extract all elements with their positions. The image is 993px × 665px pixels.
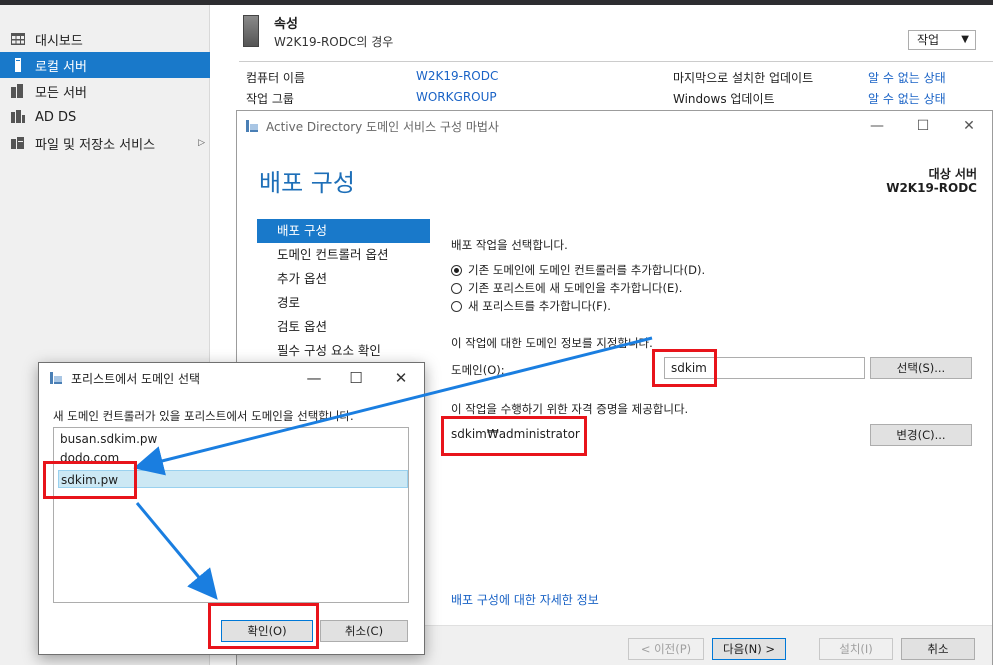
dialog-cancel-button[interactable]: 취소(C) bbox=[320, 620, 408, 642]
list-item-selected[interactable]: sdkim.pw bbox=[58, 470, 408, 488]
radio-unselected-icon bbox=[451, 300, 462, 312]
expand-icon[interactable]: ▷ bbox=[198, 138, 205, 148]
wizard-heading: 배포 구성 bbox=[259, 169, 355, 197]
dialog-title: 포리스트에서 도메인 선택 bbox=[71, 372, 201, 386]
previous-button[interactable]: < 이전(P) bbox=[628, 638, 704, 660]
list-item[interactable]: dodo.com bbox=[60, 449, 119, 467]
install-button[interactable]: 설치(I) bbox=[819, 638, 893, 660]
domain-tree-icon bbox=[49, 371, 63, 385]
server-tower-icon bbox=[243, 15, 259, 47]
radio-label: 기존 도메인에 도메인 컨트롤러를 추가합니다(D). bbox=[468, 263, 706, 277]
sidebar-item-ad-ds[interactable]: AD DS bbox=[0, 104, 210, 130]
step-review-options[interactable]: 검토 옵션 bbox=[257, 315, 430, 339]
windows-update-link[interactable]: 알 수 없는 상태 bbox=[868, 90, 946, 107]
task-label: 작업 bbox=[917, 33, 940, 47]
radio-unselected-icon bbox=[451, 282, 462, 294]
last-update-link[interactable]: 알 수 없는 상태 bbox=[868, 69, 946, 86]
target-server-label: 대상 서버 bbox=[928, 167, 977, 181]
domain-info-text: 이 작업에 대한 도메인 정보를 지정합니다. bbox=[451, 336, 653, 350]
properties-panel: 속성 W2K19-RODC의 경우 작업 ▼ 컴퓨터 이름 W2K19-RODC… bbox=[211, 5, 993, 115]
more-info-link[interactable]: 배포 구성에 대한 자세한 정보 bbox=[451, 591, 599, 608]
sidebar-item-file-storage[interactable]: 파일 및 저장소 서비스 ▷ bbox=[0, 130, 210, 156]
servers-icon bbox=[10, 83, 26, 99]
domain-list: busan.sdkim.pw dodo.com sdkim.pw bbox=[53, 427, 409, 603]
last-update-label: 마지막으로 설치한 업데이트 bbox=[673, 71, 814, 85]
workgroup-label: 작업 그룹 bbox=[246, 92, 294, 106]
sidebar-item-label: 파일 및 저장소 서비스 bbox=[35, 137, 156, 153]
domain-label: 도메인(O): bbox=[451, 363, 505, 377]
minimize-icon[interactable]: — bbox=[854, 115, 900, 137]
task-dropdown[interactable]: 작업 ▼ bbox=[908, 30, 976, 50]
close-icon[interactable]: ✕ bbox=[946, 115, 992, 137]
list-item[interactable]: busan.sdkim.pw bbox=[60, 430, 157, 448]
wizard-titlebar: Active Directory 도메인 서비스 구성 마법사 — ☐ ✕ bbox=[237, 111, 992, 141]
step-deployment-config[interactable]: 배포 구성 bbox=[257, 219, 430, 243]
radio-selected-icon bbox=[451, 264, 462, 276]
ad-wizard-icon bbox=[245, 119, 259, 133]
credentials-info-text: 이 작업을 수행하기 위한 자격 증명을 제공합니다. bbox=[451, 402, 689, 416]
server-icon bbox=[10, 57, 26, 73]
dropdown-arrow-icon: ▼ bbox=[961, 34, 969, 45]
workgroup-link[interactable]: WORKGROUP bbox=[416, 90, 497, 104]
step-prereq-check[interactable]: 필수 구성 요소 확인 bbox=[257, 339, 430, 363]
computer-name-link[interactable]: W2K19-RODC bbox=[416, 69, 498, 83]
sidebar-item-label: 대시보드 bbox=[35, 33, 83, 49]
windows-update-label: Windows 업데이트 bbox=[673, 92, 775, 106]
sidebar-item-dashboard[interactable]: 대시보드 bbox=[0, 26, 210, 52]
dashboard-icon bbox=[10, 31, 26, 47]
minimize-icon[interactable]: — bbox=[294, 367, 334, 389]
ok-button[interactable]: 확인(O) bbox=[221, 620, 313, 642]
step-dc-options[interactable]: 도메인 컨트롤러 옵션 bbox=[257, 243, 430, 267]
next-button[interactable]: 다음(N) > bbox=[712, 638, 786, 660]
target-server-value: W2K19-RODC bbox=[886, 181, 977, 195]
radio-add-dc-existing-domain[interactable]: 기존 도메인에 도메인 컨트롤러를 추가합니다(D). bbox=[451, 262, 705, 278]
properties-subtitle: W2K19-RODC의 경우 bbox=[274, 35, 394, 49]
step-paths[interactable]: 경로 bbox=[257, 291, 430, 315]
close-icon[interactable]: ✕ bbox=[381, 367, 421, 389]
sidebar-item-label: AD DS bbox=[35, 109, 77, 125]
step-additional-options[interactable]: 추가 옵션 bbox=[257, 267, 430, 291]
computer-name-label: 컴퓨터 이름 bbox=[246, 71, 306, 85]
domain-input[interactable]: sdkim bbox=[664, 357, 865, 379]
radio-add-domain-existing-forest[interactable]: 기존 포리스트에 새 도메인을 추가합니다(E). bbox=[451, 280, 682, 296]
maximize-icon[interactable]: ☐ bbox=[336, 367, 376, 389]
sidebar-item-all-servers[interactable]: 모든 서버 bbox=[0, 78, 210, 104]
select-operation-text: 배포 작업을 선택합니다. bbox=[451, 238, 568, 252]
radio-label: 새 포리스트를 추가합니다(F). bbox=[468, 299, 611, 313]
sidebar-item-label: 로컬 서버 bbox=[35, 59, 87, 75]
wizard-title: Active Directory 도메인 서비스 구성 마법사 bbox=[266, 120, 499, 134]
wizard-steps: 배포 구성 도메인 컨트롤러 옵션 추가 옵션 경로 검토 옵션 필수 구성 요… bbox=[257, 219, 430, 363]
dialog-prompt: 새 도메인 컨트롤러가 있을 포리스트에서 도메인을 선택합니다. bbox=[53, 409, 354, 423]
sidebar-item-label: 모든 서버 bbox=[35, 85, 87, 101]
cancel-button[interactable]: 취소 bbox=[901, 638, 975, 660]
select-domain-button[interactable]: 선택(S)... bbox=[870, 357, 972, 379]
ad-ds-icon bbox=[10, 109, 26, 125]
radio-label: 기존 포리스트에 새 도메인을 추가합니다(E). bbox=[468, 281, 683, 295]
properties-title: 속성 bbox=[274, 17, 298, 32]
credentials-value: sdkim₩administrator bbox=[451, 427, 580, 441]
file-storage-icon bbox=[10, 135, 26, 151]
change-credentials-button[interactable]: 변경(C)... bbox=[870, 424, 972, 446]
divider bbox=[239, 61, 993, 62]
select-domain-dialog: 포리스트에서 도메인 선택 — ☐ ✕ 새 도메인 컨트롤러가 있을 포리스트에… bbox=[38, 362, 425, 655]
maximize-icon[interactable]: ☐ bbox=[900, 115, 946, 137]
sidebar-item-local-server[interactable]: 로컬 서버 bbox=[0, 52, 210, 78]
radio-add-new-forest[interactable]: 새 포리스트를 추가합니다(F). bbox=[451, 298, 611, 314]
